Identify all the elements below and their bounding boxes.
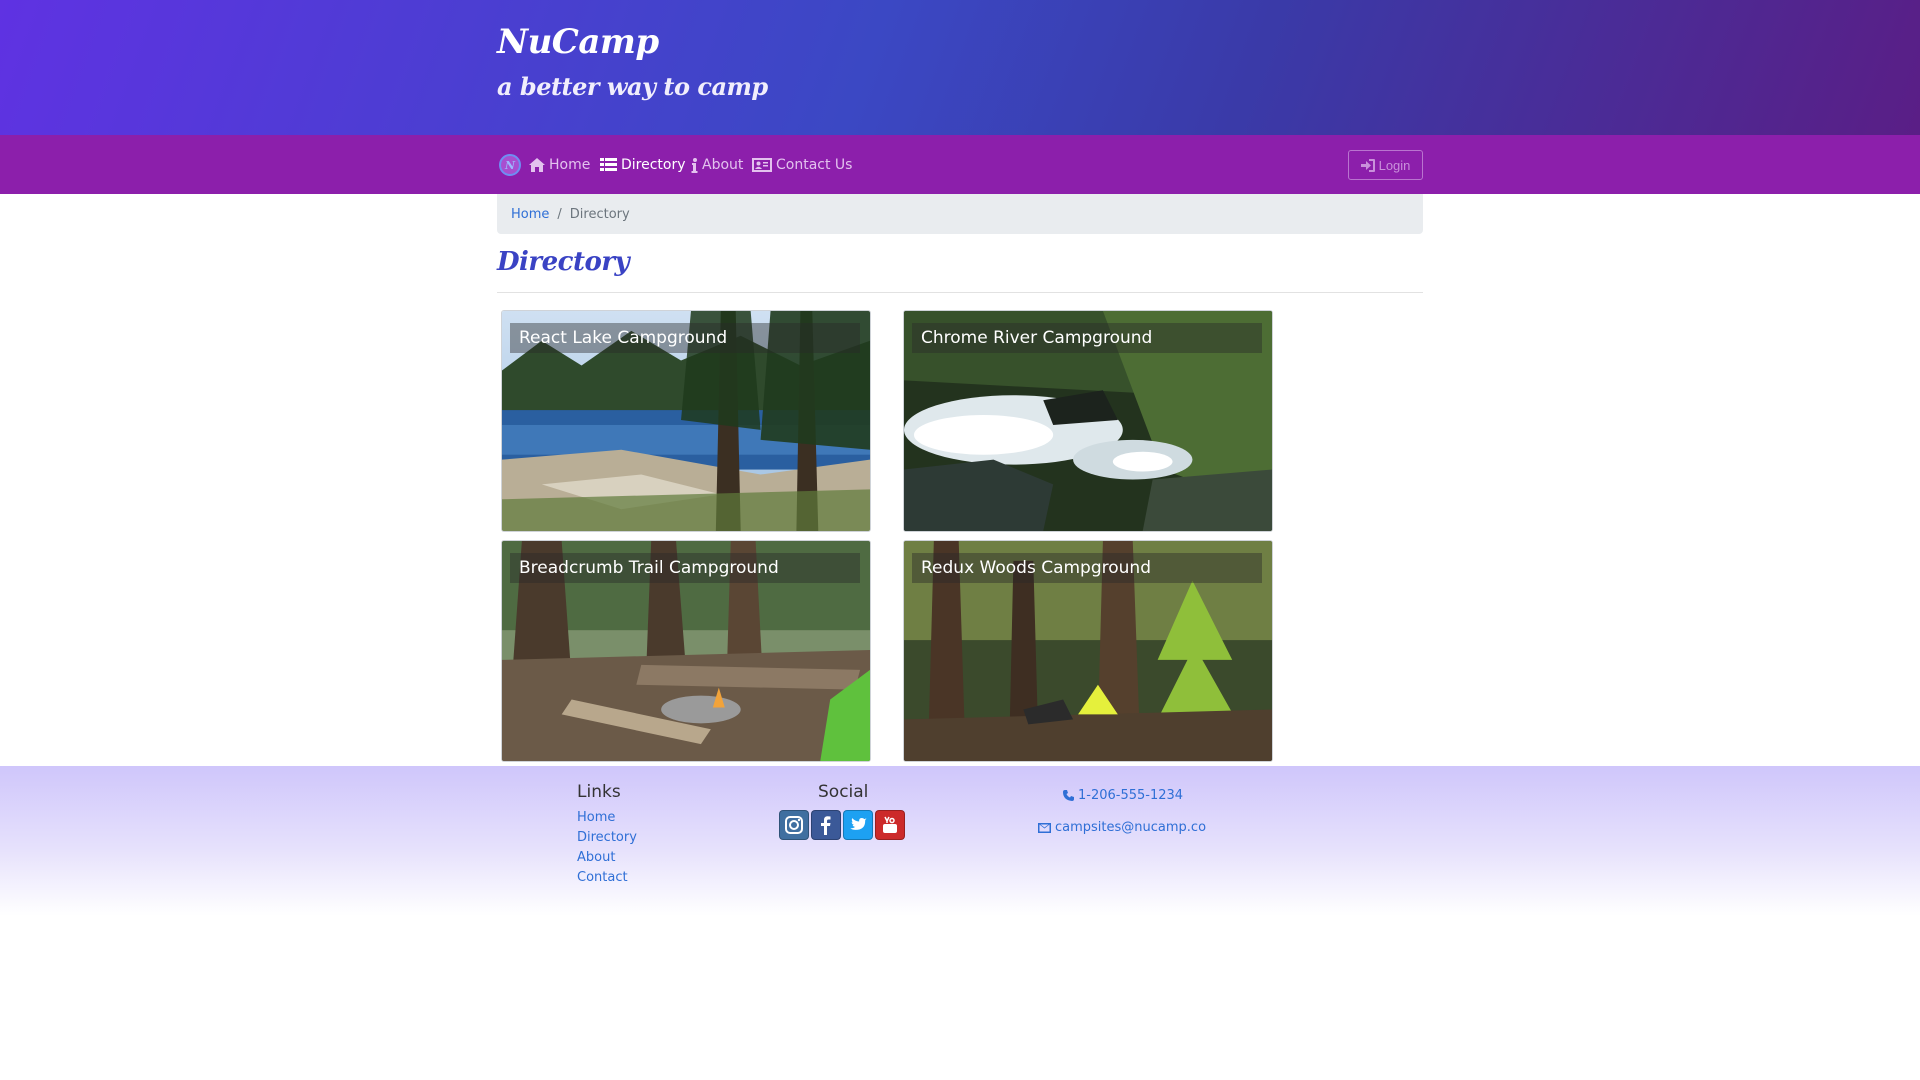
campsite-card-react-lake[interactable]: React Lake Campground: [501, 310, 871, 532]
breadcrumb: Home / Directory: [497, 194, 1423, 234]
campsite-card-breadcrumb-trail[interactable]: Breadcrumb Trail Campground: [501, 540, 871, 762]
footer-link-directory[interactable]: Directory: [577, 830, 637, 845]
breadcrumb-home-link[interactable]: Home: [511, 207, 549, 222]
nav-item-label: Contact Us: [776, 157, 853, 173]
nav-item-label: About: [702, 157, 744, 173]
login-button[interactable]: Login: [1348, 150, 1423, 180]
instagram-button[interactable]: [779, 810, 809, 840]
site-header: NuCamp a better way to camp: [0, 0, 1920, 135]
nav-item-label: Directory: [621, 157, 686, 173]
list-icon: [600, 158, 617, 171]
footer-phone: 1-206-555-1234: [1078, 788, 1184, 803]
footer-link-contact[interactable]: Contact: [577, 870, 628, 885]
info-icon: [691, 157, 698, 173]
site-footer: Links Home Directory About Contact Socia…: [0, 766, 1920, 916]
page-title: Directory: [497, 247, 630, 277]
brand-tagline: a better way to camp: [497, 72, 768, 101]
facebook-icon: [821, 816, 831, 835]
campsite-card-chrome-river[interactable]: Chrome River Campground: [903, 310, 1273, 532]
breadcrumb-current: Directory: [569, 206, 630, 222]
nav-item-about[interactable]: About: [691, 155, 743, 175]
phone-icon: [1063, 790, 1074, 801]
campsite-name: React Lake Campground: [510, 323, 860, 353]
youtube-icon: [883, 816, 897, 833]
home-icon: [529, 158, 545, 172]
envelope-icon: [1038, 822, 1051, 833]
footer-email-link[interactable]: campsites@nucamp.co: [1038, 820, 1206, 835]
campsite-name: Chrome River Campground: [912, 323, 1262, 353]
footer-link-about[interactable]: About: [577, 850, 615, 865]
footer-phone-link[interactable]: 1-206-555-1234: [1063, 788, 1183, 803]
footer-social-heading: Social: [818, 782, 869, 802]
logo-icon[interactable]: N: [499, 154, 521, 176]
facebook-button[interactable]: [811, 810, 841, 840]
campsite-name: Breadcrumb Trail Campground: [510, 553, 860, 583]
campsite-name: Redux Woods Campground: [912, 553, 1262, 583]
nav-item-contact[interactable]: Contact Us: [752, 155, 852, 175]
footer-links-heading: Links: [577, 782, 621, 802]
twitter-button[interactable]: [843, 810, 873, 840]
campsite-card-redux-woods[interactable]: Redux Woods Campground: [903, 540, 1273, 762]
breadcrumb-separator: /: [557, 206, 562, 222]
sign-in-icon: [1360, 158, 1375, 172]
nav-item-directory[interactable]: Directory: [600, 155, 686, 175]
title-divider: [497, 292, 1423, 293]
instagram-icon: [785, 816, 803, 834]
nav-item-home[interactable]: Home: [529, 155, 590, 175]
footer-email: campsites@nucamp.co: [1055, 820, 1207, 835]
youtube-button[interactable]: [875, 810, 905, 840]
footer-link-home[interactable]: Home: [577, 810, 615, 825]
navbar: N Home Directory About Contact Us Login: [0, 135, 1920, 194]
brand-title: NuCamp: [497, 22, 659, 62]
twitter-icon: [850, 818, 867, 830]
address-card-icon: [752, 158, 772, 172]
login-button-label: Login: [1378, 157, 1411, 173]
nav-item-label: Home: [549, 157, 591, 173]
